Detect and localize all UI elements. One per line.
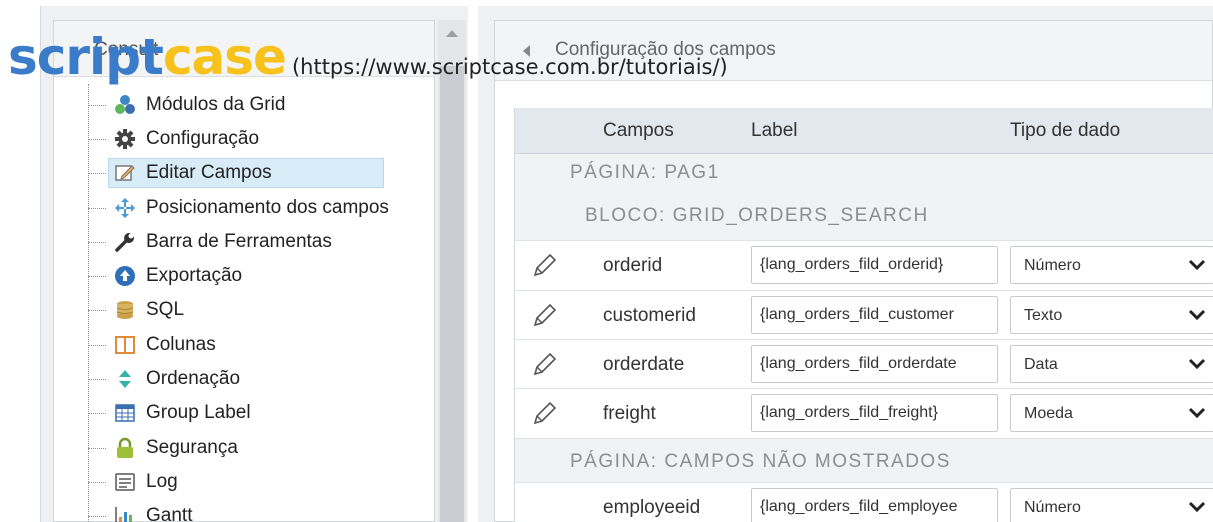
type-select[interactable]: Data (1010, 345, 1213, 383)
pencil-edit-icon[interactable] (531, 303, 557, 329)
table-row: employeeid Número (515, 482, 1213, 522)
sort-icon (114, 368, 136, 390)
edit-fields-icon (114, 162, 136, 184)
type-select[interactable]: Número (1010, 246, 1213, 284)
tree-item-label: Configuração (146, 128, 260, 149)
tree-item-group-label[interactable]: Group Label (88, 398, 251, 428)
label-input[interactable] (751, 394, 998, 432)
type-select[interactable]: Texto (1010, 296, 1213, 334)
tree-item-label: SQL (146, 299, 185, 320)
tree-item-log[interactable]: Log (88, 467, 178, 497)
block-title-grid-orders-search: BLOCO: GRID_ORDERS_SEARCH (585, 205, 929, 226)
section-page1: PÁGINA: PAG1 BLOCO: GRID_ORDERS_SEARCH (515, 154, 1213, 240)
tree-item-label: Group Label (146, 402, 251, 423)
table-icon (114, 402, 136, 424)
table-row: freight Moeda (515, 388, 1213, 438)
header-campos: Campos (603, 120, 674, 141)
table-row: orderid Número (515, 240, 1213, 290)
tree-item-exportacao[interactable]: Exportação (88, 261, 242, 291)
chevron-down-icon (1188, 407, 1206, 419)
database-icon (114, 299, 136, 321)
page-title-pag1: PÁGINA: PAG1 (570, 162, 720, 183)
tree-scrollbar[interactable] (438, 20, 466, 522)
type-select-value: Texto (1024, 307, 1063, 324)
chevron-down-icon (1188, 501, 1206, 513)
label-input[interactable] (751, 246, 998, 284)
field-name: orderid (603, 255, 663, 276)
header-tipo-dado: Tipo de dado (1010, 120, 1121, 141)
tree-item-seguranca[interactable]: Segurança (88, 433, 238, 463)
gantt-chart-icon (114, 505, 136, 522)
type-select-value: Moeda (1024, 405, 1073, 422)
type-select-value: Data (1024, 356, 1058, 373)
grid-header-row: Campos Label Tipo de dado (515, 108, 1213, 154)
tree-item-barra-ferramentas[interactable]: Barra de Ferramentas (88, 227, 332, 257)
tree-item-label: Segurança (146, 437, 238, 458)
tree-item-label: Barra de Ferramentas (146, 231, 332, 252)
field-name: employeeid (603, 497, 701, 518)
tree-item-label: Editar Campos (146, 162, 272, 183)
chevron-down-icon (1188, 358, 1206, 370)
label-input[interactable] (751, 296, 998, 334)
pencil-edit-icon[interactable] (531, 253, 557, 279)
scriptcase-watermark: script case (https://www.scriptcase.com.… (8, 28, 728, 88)
field-name: customerid (603, 305, 696, 326)
type-select[interactable]: Moeda (1010, 394, 1213, 432)
export-icon (114, 265, 136, 287)
scroll-thumb[interactable] (440, 66, 464, 522)
type-select-value: Número (1024, 499, 1081, 516)
chevron-down-icon (1188, 259, 1206, 271)
watermark-url: (https://www.scriptcase.com.br/tutoriais… (291, 55, 728, 79)
tree-item-gantt[interactable]: Gantt (88, 501, 192, 522)
gear-icon (114, 128, 136, 150)
header-label: Label (751, 120, 798, 141)
type-select-value: Número (1024, 257, 1081, 274)
tree-item-editar-campos[interactable]: Editar Campos (88, 158, 384, 188)
lock-icon (114, 437, 136, 459)
tree-item-posicionamento[interactable]: Posicionamento dos campos (88, 193, 389, 223)
watermark-brand-case: case (162, 28, 287, 86)
pencil-edit-icon[interactable] (531, 401, 557, 427)
pencil-edit-icon[interactable] (531, 352, 557, 378)
tree-item-ordenacao[interactable]: Ordenação (88, 364, 240, 394)
modules-icon (114, 94, 136, 116)
tree-item-label: Exportação (146, 265, 243, 286)
move-arrows-icon (114, 197, 136, 219)
table-row: orderdate Data (515, 339, 1213, 389)
tree-item-label: Gantt (146, 505, 193, 522)
tree-item-modulos-grid[interactable]: Módulos da Grid (88, 90, 285, 120)
table-row: customerid Texto (515, 290, 1213, 340)
columns-icon (114, 334, 136, 356)
tree-item-colunas[interactable]: Colunas (88, 330, 216, 360)
chevron-down-icon (1188, 309, 1206, 321)
field-name: freight (603, 403, 656, 424)
tree-item-label: Colunas (146, 334, 216, 355)
label-input[interactable] (751, 488, 998, 522)
tree-item-configuracao[interactable]: Configuração (88, 124, 259, 154)
log-icon (114, 471, 136, 493)
section-page2: PÁGINA: CAMPOS NÃO MOSTRADOS (515, 438, 1213, 482)
tree-item-label: Posicionamento dos campos (146, 197, 389, 218)
tree-item-label: Módulos da Grid (146, 94, 286, 115)
tree-item-label: Ordenação (146, 368, 241, 389)
type-select[interactable]: Número (1010, 488, 1213, 522)
tree-item-label: Log (146, 471, 178, 492)
watermark-brand-script: script (8, 28, 164, 86)
label-input[interactable] (751, 345, 998, 383)
wrench-icon (114, 231, 136, 253)
page-title-campos-nao-mostrados: PÁGINA: CAMPOS NÃO MOSTRADOS (570, 451, 951, 472)
field-name: orderdate (603, 354, 685, 375)
tree-item-sql[interactable]: SQL (88, 295, 184, 325)
fields-grid: Campos Label Tipo de dado PÁGINA: PAG1 B… (514, 108, 1213, 522)
